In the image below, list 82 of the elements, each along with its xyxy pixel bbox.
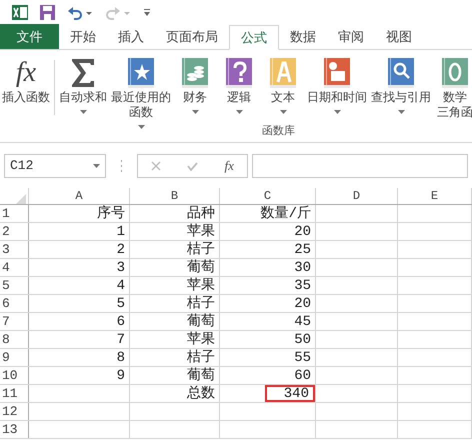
name-box[interactable]: C12 [4,154,106,178]
row-header[interactable]: 7 [0,313,29,330]
row-header[interactable]: 4 [0,259,29,276]
column-header[interactable]: C [220,188,316,204]
ribbon-tab[interactable]: 插入 [107,24,155,49]
ribbon-button[interactable]: 财务 [173,50,217,142]
row-header[interactable]: 8 [0,331,29,348]
file-tab[interactable]: 文件 [0,24,59,49]
table-cell-text: 8 [116,349,126,366]
table-cell-text: 30 [294,259,312,276]
row-header[interactable]: 1 [0,205,29,222]
table-cell-text: 4 [116,277,126,294]
select-all-icon[interactable] [16,194,26,204]
redo-icon[interactable] [105,6,131,20]
row-header[interactable]: 9 [0,349,29,366]
table-cell-text: 苹果 [187,277,216,294]
table-cell-text: 1 [116,223,126,240]
ribbon-tab[interactable]: 开始 [59,24,107,49]
table-cell: 340 [265,385,315,402]
table-cell-text: 7 [116,331,126,348]
formula-field[interactable] [252,154,468,178]
ribbon-button[interactable]: 数学 三角函 [433,50,472,142]
table-cell-text: 品种 [187,205,216,222]
row-header[interactable]: 10 [0,367,29,384]
table-cell-text: 6 [116,313,126,330]
ribbon-button[interactable]: 逻辑 [217,50,261,142]
row-header[interactable]: 12 [0,403,29,420]
table-cell-text: 桔子 [187,349,216,366]
customize-toolbar-icon[interactable] [143,8,151,16]
row-header[interactable]: 2 [0,223,29,240]
check-icon[interactable] [187,162,198,170]
table-cell-text: 2 [116,241,126,258]
table-cell-text: 3 [116,259,126,276]
table-cell-text: 25 [294,241,312,258]
column-header[interactable]: D [316,188,398,204]
table-cell-text: 葡萄 [187,259,216,276]
spreadsheet-logo-icon[interactable] [12,5,28,20]
caret-icon [93,164,100,168]
ribbon-button[interactable]: 日期和时间 [305,50,369,142]
table-cell-text: 葡萄 [187,313,216,330]
grip-icon [120,160,123,172]
column-header[interactable]: E [398,188,472,204]
row-header[interactable]: 3 [0,241,29,258]
group-label: 函数库 [262,124,295,139]
column-header[interactable]: B [130,188,220,204]
ribbon-tab[interactable]: 公式 [229,25,279,50]
ribbon-tab[interactable]: 数据 [279,24,327,49]
table-cell-text: 总数 [187,385,216,402]
table-cell-text: 50 [294,331,312,348]
ribbon-tab[interactable]: 视图 [375,24,423,49]
table-cell-text: 5 [116,295,126,312]
table-cell-text: 桔子 [187,295,216,312]
sigma-icon [70,58,96,88]
ribbon-button[interactable]: 自动求和 [57,50,109,142]
undo-icon[interactable] [67,6,93,20]
function-icon: fx [16,58,36,88]
save-icon[interactable] [40,5,55,20]
column-header[interactable]: A [29,188,130,204]
table-cell-text: 葡萄 [187,367,216,384]
table-cell-text: 桔子 [187,241,216,258]
insert-function-button[interactable]: fx [224,156,234,176]
row-header[interactable]: 11 [0,385,29,402]
table-cell-text: 55 [294,349,312,366]
table-cell-text: 45 [294,313,312,330]
table-cell-text: 20 [294,223,312,240]
table-cell-text: 35 [294,277,312,294]
cancel-icon[interactable] [151,161,162,171]
row-header[interactable]: 6 [0,295,29,312]
table-cell-text: 苹果 [187,331,216,348]
ribbon-button[interactable]: 查找与引用 [369,50,433,142]
row-header[interactable]: 13 [0,421,29,438]
table-cell-text: 60 [294,367,312,384]
table-cell-text: 序号 [97,205,126,222]
ribbon-button[interactable]: 最近使用的 函数 [109,50,173,142]
row-header[interactable]: 5 [0,277,29,294]
table-cell-text: 20 [294,295,312,312]
ribbon-tab[interactable]: 审阅 [327,24,375,49]
ribbon-button[interactable]: fx 插入函数 [0,50,52,142]
table-cell-text: 苹果 [187,223,216,240]
ribbon-tab[interactable]: 页面布局 [155,24,229,49]
table-cell-text: 数量/斤 [260,205,312,222]
table-cell-text: 9 [116,367,126,384]
